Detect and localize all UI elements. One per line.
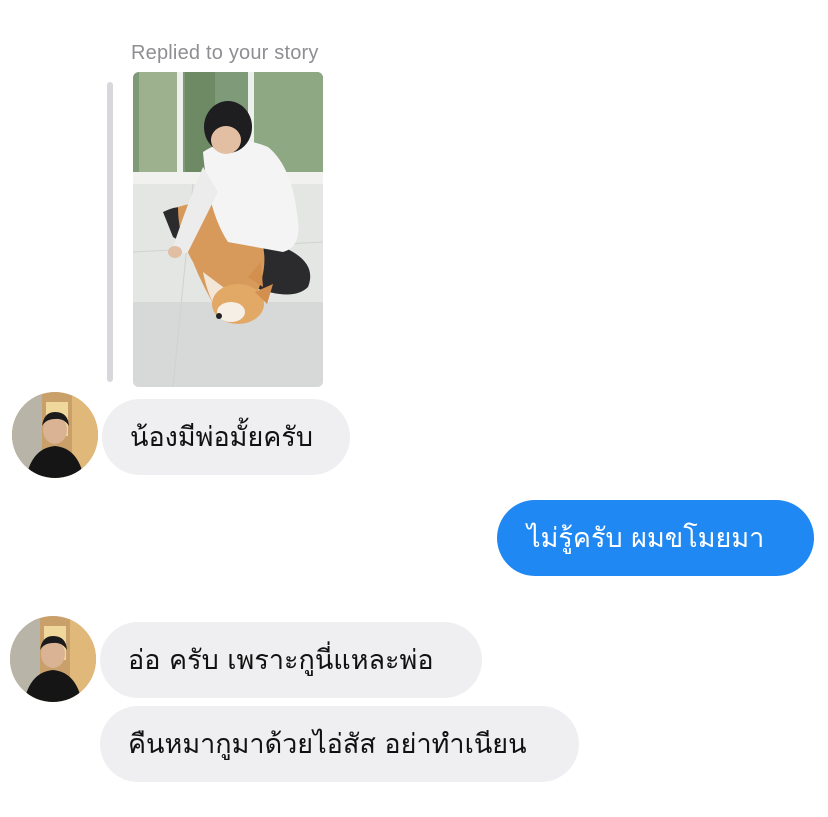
story-photo-image <box>133 72 323 387</box>
story-thumbnail[interactable] <box>133 72 323 387</box>
message-text: ไม่รู้ครับ ผมขโมยมา <box>527 522 765 554</box>
message-bubble-incoming[interactable]: อ่อ ครับ เพราะกูนี่แหละพ่อ <box>100 622 482 698</box>
message-bubble-incoming[interactable]: คืนหมากูมาด้วยไอ่สัส อย่าทำเนียน <box>100 706 579 782</box>
message-text: อ่อ ครับ เพราะกูนี่แหละพ่อ <box>128 644 434 676</box>
profile-photo-image <box>10 616 96 702</box>
contact-avatar[interactable] <box>12 392 98 478</box>
replied-to-story-caption: Replied to your story <box>131 42 319 64</box>
message-bubble-incoming[interactable]: น้องมีพ่อมั้ยครับ <box>102 399 350 475</box>
profile-photo-image <box>12 392 98 478</box>
message-bubble-outgoing[interactable]: ไม่รู้ครับ ผมขโมยมา <box>497 500 814 576</box>
message-text: คืนหมากูมาด้วยไอ่สัส อย่าทำเนียน <box>128 728 527 760</box>
contact-avatar[interactable] <box>10 616 96 702</box>
message-text: น้องมีพ่อมั้ยครับ <box>130 421 313 453</box>
reply-indicator-bar <box>107 82 113 382</box>
